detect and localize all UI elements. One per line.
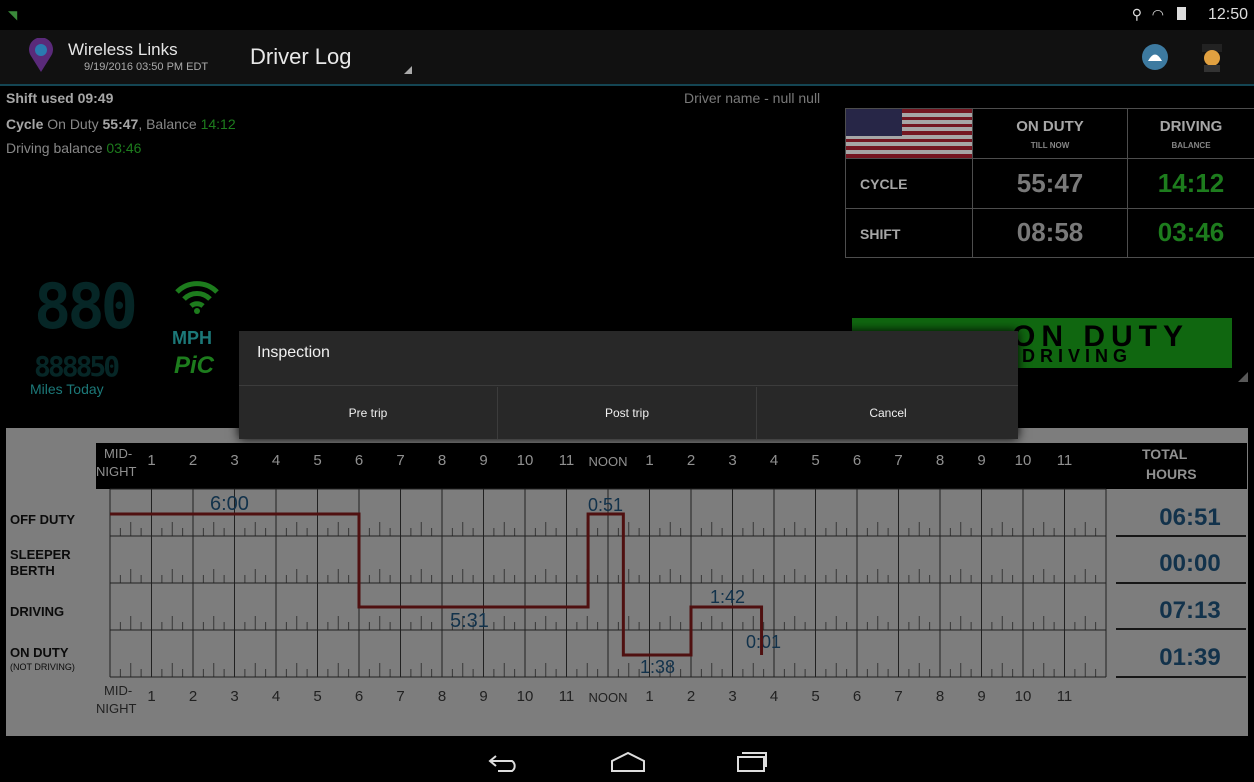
dialog-title: Inspection xyxy=(257,344,330,361)
dialog-divider xyxy=(239,385,1018,386)
inspection-dialog: Inspection Pre trip Post trip Cancel xyxy=(239,331,1018,439)
navigation-bar xyxy=(0,740,1254,782)
cancel-button[interactable]: Cancel xyxy=(758,387,1018,439)
recent-apps-icon[interactable] xyxy=(736,751,768,778)
post-trip-button[interactable]: Post trip xyxy=(498,387,757,439)
home-icon[interactable] xyxy=(610,751,646,778)
pre-trip-button[interactable]: Pre trip xyxy=(239,387,498,439)
back-icon[interactable] xyxy=(488,752,520,777)
